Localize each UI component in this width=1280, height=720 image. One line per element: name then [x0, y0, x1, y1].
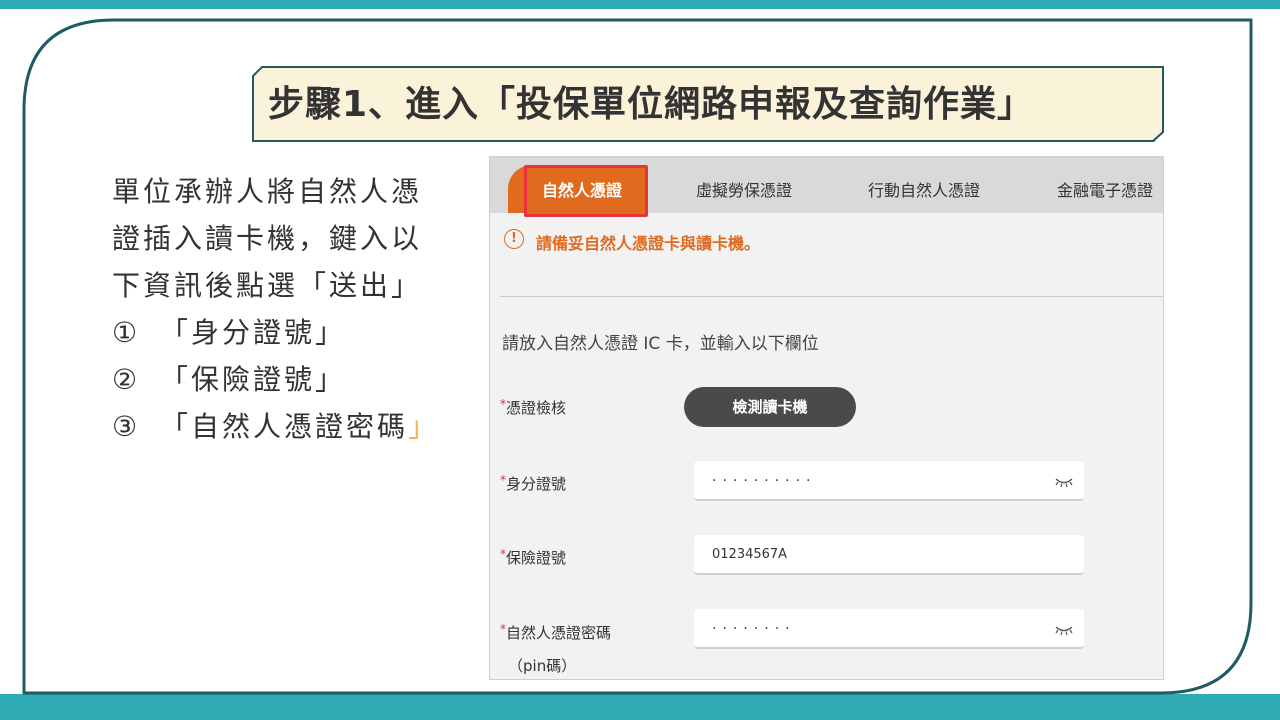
tab-citizen-certificate[interactable]: 自然人憑證	[542, 177, 622, 201]
step-item-1: ① 「身分證號」	[112, 309, 472, 356]
form-instruction: 請放入自然人憑證 IC 卡，並輸入以下欄位	[502, 334, 819, 354]
warning-text: 請備妥自然人憑證卡與讀卡機。	[536, 234, 761, 253]
id-number-label: *身分證號	[500, 473, 567, 493]
hidden-eye-icon[interactable]	[1054, 473, 1074, 489]
pin-label: *自然人憑證密碼	[500, 622, 612, 642]
login-panel-screenshot: 自然人憑證 虛擬勞保憑證 行動自然人憑證 金融電子憑證 ! 請備妥自然人憑證卡與…	[489, 156, 1164, 680]
instruction-line: 下資訊後點選「送出」	[112, 269, 423, 302]
id-number-value: ··········	[712, 473, 817, 489]
divider	[500, 296, 1163, 297]
tab-virtual-labor-certificate[interactable]: 虛擬勞保憑證	[696, 177, 792, 201]
pin-value: ········	[712, 621, 796, 637]
instruction-line: 單位承辦人將自然人憑	[112, 175, 423, 208]
insurance-number-input[interactable]: 01234567A	[694, 535, 1084, 575]
step-item-3: ③ 「自然人憑證密碼」	[112, 403, 472, 450]
step-text-1: 「身分證號」	[160, 316, 347, 349]
step-text-3: 「自然人憑證密碼	[160, 410, 409, 443]
step-number-2: ②	[112, 363, 141, 396]
detect-card-reader-button[interactable]: 檢測讀卡機	[684, 387, 856, 427]
tab-mobile-citizen-certificate[interactable]: 行動自然人憑證	[868, 177, 980, 201]
step-number-1: ①	[112, 316, 141, 349]
step-text-3-tail: 」	[408, 410, 440, 443]
info-circle-icon: !	[504, 229, 524, 249]
pin-input[interactable]: ········	[694, 609, 1084, 649]
id-number-input[interactable]: ··········	[694, 461, 1084, 501]
instruction-line: 證插入讀卡機，鍵入以	[112, 222, 423, 255]
instruction-text: 單位承辦人將自然人憑 證插入讀卡機，鍵入以 下資訊後點選「送出」 ① 「身分證號」…	[112, 168, 472, 450]
cert-check-label: *憑證檢核	[500, 397, 567, 417]
slide-title: 步驟1、進入「投保單位網路申報及查詢作業」	[268, 84, 1035, 125]
step-number-3: ③	[112, 410, 141, 443]
cert-tab-bar: 自然人憑證 虛擬勞保憑證 行動自然人憑證 金融電子憑證	[490, 157, 1163, 217]
insurance-number-label: *保險證號	[500, 547, 567, 567]
hidden-eye-icon[interactable]	[1054, 621, 1074, 637]
step-item-2: ② 「保險證號」	[112, 356, 472, 403]
pin-sublabel: （pin碼）	[508, 657, 577, 675]
tab-financial-certificate[interactable]: 金融電子憑證	[1057, 177, 1153, 201]
insurance-number-value: 01234567A	[712, 547, 788, 562]
step-text-2: 「保險證號」	[160, 363, 347, 396]
